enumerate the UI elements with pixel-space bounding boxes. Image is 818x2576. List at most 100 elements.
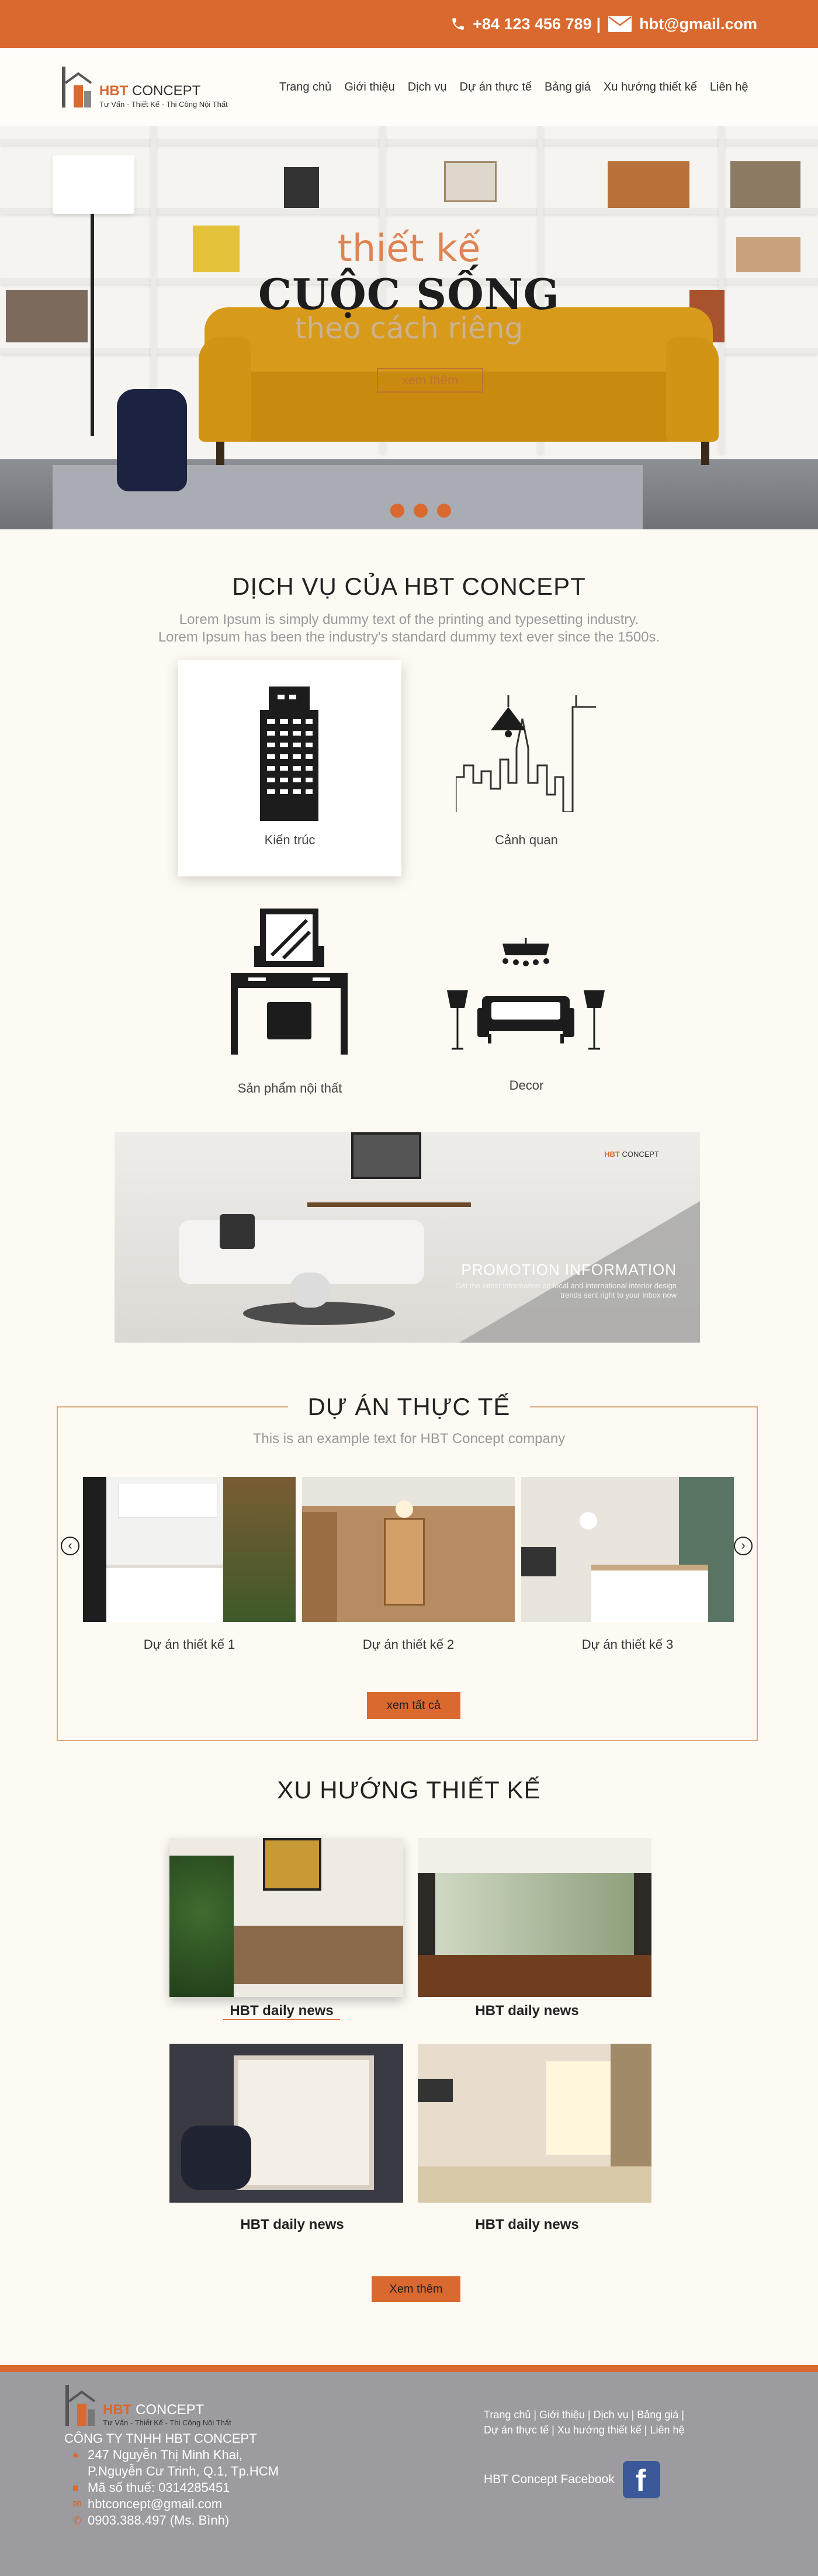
trend-card-1[interactable] xyxy=(169,1838,403,1997)
mail-icon: ✉ xyxy=(72,2498,82,2510)
projects-next-arrow[interactable]: › xyxy=(734,1537,753,1555)
promo-logo: HBT CONCEPT xyxy=(604,1150,659,1159)
slider-dot-2[interactable] xyxy=(414,504,428,518)
project-1-cabinet xyxy=(118,1483,217,1518)
hero-more-button[interactable]: xem thêm xyxy=(377,368,483,393)
services-title: DỊCH VỤ CỦA HBT CONCEPT xyxy=(232,573,586,600)
facebook-icon[interactable]: f xyxy=(622,2461,660,2498)
trend-card-3[interactable] xyxy=(169,2044,403,2203)
trend-3-chair xyxy=(181,2126,251,2190)
projects-prev-arrow[interactable]: ‹ xyxy=(61,1537,79,1555)
trend-4-window xyxy=(546,2061,616,2155)
topbar-separator: | xyxy=(596,15,601,33)
trend-card-2[interactable] xyxy=(418,1838,651,1997)
footer-email[interactable]: ✉ hbtconcept@gmail.com xyxy=(64,2496,279,2512)
trend-label-3[interactable]: HBT daily news xyxy=(175,2217,409,2233)
nav-pricing[interactable]: Bảng giá xyxy=(545,81,591,94)
footer-company: CÔNG TY TNHH HBT CONCEPT xyxy=(64,2431,257,2446)
site-logo[interactable]: HBT CONCEPT Tư Vấn - Thiết Kế - Thi Công… xyxy=(61,65,228,109)
tax-icon: ■ xyxy=(72,2482,79,2494)
nav-about[interactable]: Giới thiệu xyxy=(344,81,394,94)
services-subtitle-2: Lorem Ipsum has been the industry's stan… xyxy=(158,629,660,645)
hero-slider: thiết kế CUỘC SỐNG theo cách riêng xem t… xyxy=(0,126,818,529)
project-3-bed xyxy=(591,1565,708,1622)
footer-links: Trang chủ | Giới thiệu | Dịch vụ | Bảng … xyxy=(484,2407,685,2438)
nav-contact[interactable]: Liên hệ xyxy=(710,81,748,94)
project-2-wall xyxy=(302,1512,337,1622)
trend-4-tv xyxy=(418,2079,453,2102)
project-3-lamp xyxy=(580,1512,597,1530)
sofa-arm xyxy=(199,337,251,442)
phone-icon xyxy=(452,18,464,30)
hero-line-3: theo cách riêng xyxy=(294,311,524,345)
project-1-fridge xyxy=(83,1477,106,1622)
project-1-window xyxy=(223,1477,296,1622)
nav-projects[interactable]: Dự án thực tế xyxy=(460,81,532,94)
trends-title: XU HƯỚNG THIẾT KẾ xyxy=(277,1776,541,1804)
footer-facebook[interactable]: HBT Concept Facebook f xyxy=(484,2461,660,2498)
promo-logo-bold: HBT xyxy=(604,1150,620,1159)
nav-home[interactable]: Trang chủ xyxy=(279,81,331,94)
nav-design-trends[interactable]: Xu hướng thiết kế xyxy=(604,81,697,94)
service-furniture[interactable]: Sản phẩm nội thất xyxy=(178,906,401,1122)
project-card-1[interactable] xyxy=(83,1477,296,1622)
footer-logo[interactable]: HBT CONCEPT Tư Vấn - Thiết Kế - Thi Công… xyxy=(64,2384,231,2427)
picture-frame xyxy=(444,161,497,202)
trends-more-button[interactable]: Xem thêm xyxy=(372,2276,460,2302)
service-landscape[interactable]: Cảnh quan xyxy=(415,660,638,876)
site-header: HBT CONCEPT Tư Vấn - Thiết Kế - Thi Công… xyxy=(0,48,818,126)
trend-3-shelf xyxy=(234,2055,374,2190)
project-3-tv xyxy=(521,1547,556,1576)
brand-tagline: Tư Vấn - Thiết Kế - Thi Công Nội Thất xyxy=(99,100,228,109)
book xyxy=(730,161,800,208)
trend-card-4[interactable] xyxy=(418,2044,651,2203)
footer-brand-bold: HBT xyxy=(103,2402,132,2418)
project-1-counter xyxy=(106,1565,223,1622)
promo-description: Get the latest information on local and … xyxy=(455,1281,677,1299)
trend-1-plant xyxy=(169,1856,234,1997)
shelf xyxy=(0,139,818,145)
email-contact[interactable]: hbt@gmail.com xyxy=(608,15,757,33)
project-2-door xyxy=(384,1518,425,1606)
phone-icon: ✆ xyxy=(72,2515,82,2526)
trend-label-2[interactable]: HBT daily news xyxy=(410,2003,644,2019)
footer-tax-text: Mã số thuế: 0314285451 xyxy=(88,2480,230,2495)
service-label-furniture: Sản phẩm nội thất xyxy=(237,1081,342,1095)
trend-label-1[interactable]: HBT daily news xyxy=(223,2003,340,2020)
service-architecture[interactable]: Kiến trúc xyxy=(178,660,401,876)
house-logo-icon xyxy=(62,67,92,108)
building-icon xyxy=(260,687,318,821)
skyline-icon xyxy=(456,695,596,812)
sofa-lamp-icon xyxy=(447,938,605,1050)
service-label-architecture: Kiến trúc xyxy=(264,833,316,847)
footer-links-row-1[interactable]: Trang chủ | Giới thiệu | Dịch vụ | Bảng … xyxy=(484,2407,685,2422)
nav-services[interactable]: Dịch vụ xyxy=(408,81,447,94)
slider-dot-3[interactable] xyxy=(437,504,451,518)
trend-2-glass xyxy=(435,1873,634,1961)
project-2-lamp xyxy=(396,1500,413,1518)
promo-logo-rest: CONCEPT xyxy=(622,1150,659,1159)
project-card-3[interactable] xyxy=(521,1477,734,1622)
project-card-2[interactable] xyxy=(302,1477,515,1622)
phone-contact[interactable]: +84 123 456 789 xyxy=(450,15,592,33)
trend-2-ceiling xyxy=(418,1838,651,1873)
sofa-arm xyxy=(666,337,719,442)
promotion-banner[interactable]: HBT CONCEPT PROMOTION INFORMATION Get th… xyxy=(115,1132,700,1343)
top-contact-bar: +84 123 456 789 | hbt@gmail.com xyxy=(0,0,818,48)
slider-dot-1[interactable] xyxy=(390,504,404,518)
projects-view-all-button[interactable]: xem tất cả xyxy=(367,1692,460,1719)
footer-phone[interactable]: ✆ 0903.388.497 (Ms. Bình) xyxy=(64,2512,279,2529)
slider-dots xyxy=(390,504,451,518)
trend-label-4[interactable]: HBT daily news xyxy=(410,2217,644,2233)
brand-name-rest: CONCEPT xyxy=(132,83,201,99)
project-label-2: Dự án thiết kế 2 xyxy=(362,1637,455,1652)
projects-subtitle: This is an example text for HBT Concept … xyxy=(252,1431,566,1447)
trend-1-sideboard xyxy=(234,1926,403,1984)
trend-2-floor xyxy=(418,1955,651,1997)
sofa-leg xyxy=(701,442,709,465)
services-subtitle-1: Lorem Ipsum is simply dummy text of the … xyxy=(179,612,639,627)
service-decor[interactable]: Decor xyxy=(415,906,638,1122)
email-address: hbt@gmail.com xyxy=(639,15,757,33)
footer-address: ● 247 Nguyễn Thị Minh Khai, P.Nguyễn Cư … xyxy=(64,2447,279,2480)
footer-links-row-2[interactable]: Dự án thực tế | Xu hướng thiết kế | Liên… xyxy=(484,2422,685,2438)
